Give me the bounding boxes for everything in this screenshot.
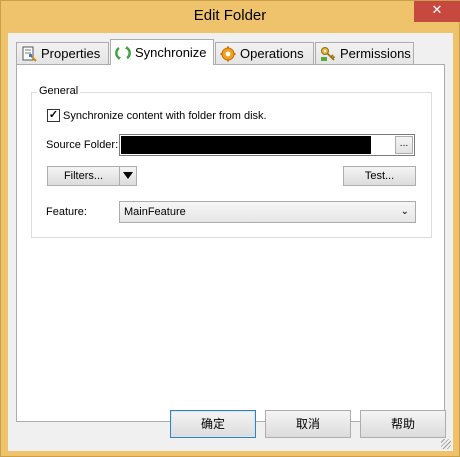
tab-synchronize-label: Synchronize (135, 45, 207, 60)
checkbox-checked-icon[interactable]: ✓ (47, 109, 60, 122)
feature-select[interactable]: MainFeature ⌄ (119, 201, 416, 223)
help-button[interactable]: 帮助 (360, 410, 446, 438)
properties-icon (21, 46, 37, 62)
dialog-client-area: Properties Synchronize Operations Permis… (8, 33, 453, 451)
close-button[interactable]: ✕ (414, 1, 460, 22)
tab-permissions-label: Permissions (340, 46, 411, 61)
chevron-down-icon: ⌄ (400, 206, 409, 217)
gear-icon (220, 46, 236, 62)
window-title: Edit Folder (193, 7, 267, 24)
source-folder-value-redacted (121, 136, 371, 154)
feature-label: Feature: (46, 206, 87, 218)
source-folder-label: Source Folder: (46, 139, 119, 151)
tab-synchronize[interactable]: Synchronize (110, 39, 214, 65)
tab-operations-label: Operations (240, 46, 304, 61)
general-group-title: General (37, 85, 81, 97)
tab-properties[interactable]: Properties (16, 42, 109, 64)
edit-folder-window: Edit Folder ✕ Properties Synchronize Ope… (0, 0, 460, 457)
feature-selected-value: MainFeature (124, 206, 186, 218)
tab-properties-label: Properties (41, 46, 101, 61)
title-bar[interactable]: Edit Folder ✕ (1, 1, 460, 33)
tab-permissions[interactable]: Permissions (315, 42, 414, 64)
dropdown-triangle-icon (123, 172, 133, 179)
filters-dropdown-button[interactable] (119, 166, 137, 186)
cancel-button[interactable]: 取消 (265, 410, 351, 438)
filters-button[interactable]: Filters... (47, 166, 120, 186)
resize-grip[interactable] (441, 439, 451, 449)
browse-folder-button[interactable]: ... (395, 136, 413, 154)
test-button[interactable]: Test... (343, 166, 416, 186)
key-icon (320, 46, 336, 62)
source-folder-input[interactable]: ... (119, 134, 415, 156)
ok-button[interactable]: 确定 (170, 410, 256, 438)
sync-content-label: Synchronize content with folder from dis… (63, 109, 267, 122)
synchronize-tab-panel: General ✓ Synchronize content with folde… (16, 64, 445, 422)
general-groupbox: General ✓ Synchronize content with folde… (31, 85, 432, 238)
sync-content-checkbox[interactable]: ✓ Synchronize content with folder from d… (47, 109, 267, 122)
sync-icon (115, 45, 131, 61)
tab-operations[interactable]: Operations (215, 42, 314, 64)
